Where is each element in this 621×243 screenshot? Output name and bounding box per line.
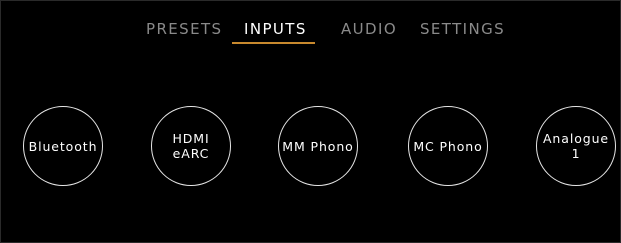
app-frame: PRESETS INPUTS AUDIO SETTINGS Bluetooth … (0, 0, 621, 243)
tab-settings[interactable]: SETTINGS (420, 19, 505, 39)
input-analogue-1-button[interactable]: Analogue 1 (536, 106, 616, 186)
tab-presets[interactable]: PRESETS (146, 19, 222, 39)
active-tab-underline (232, 42, 315, 44)
input-label: MM Phono (282, 138, 354, 154)
input-mc-phono-button[interactable]: MC Phono (408, 106, 488, 186)
input-label: MC Phono (413, 138, 483, 154)
input-label: Analogue 1 (542, 131, 609, 161)
tab-inputs[interactable]: INPUTS (244, 19, 307, 39)
input-label: Bluetooth (28, 138, 98, 154)
input-bluetooth-button[interactable]: Bluetooth (23, 106, 103, 186)
input-label: HDMI eARC (172, 131, 210, 161)
input-selector: Bluetooth HDMI eARC MM Phono MC Phono An… (1, 106, 621, 188)
input-mm-phono-button[interactable]: MM Phono (278, 106, 358, 186)
top-navigation: PRESETS INPUTS AUDIO SETTINGS (1, 19, 621, 45)
input-hdmi-earc-button[interactable]: HDMI eARC (151, 106, 231, 186)
tab-audio[interactable]: AUDIO (341, 19, 397, 39)
